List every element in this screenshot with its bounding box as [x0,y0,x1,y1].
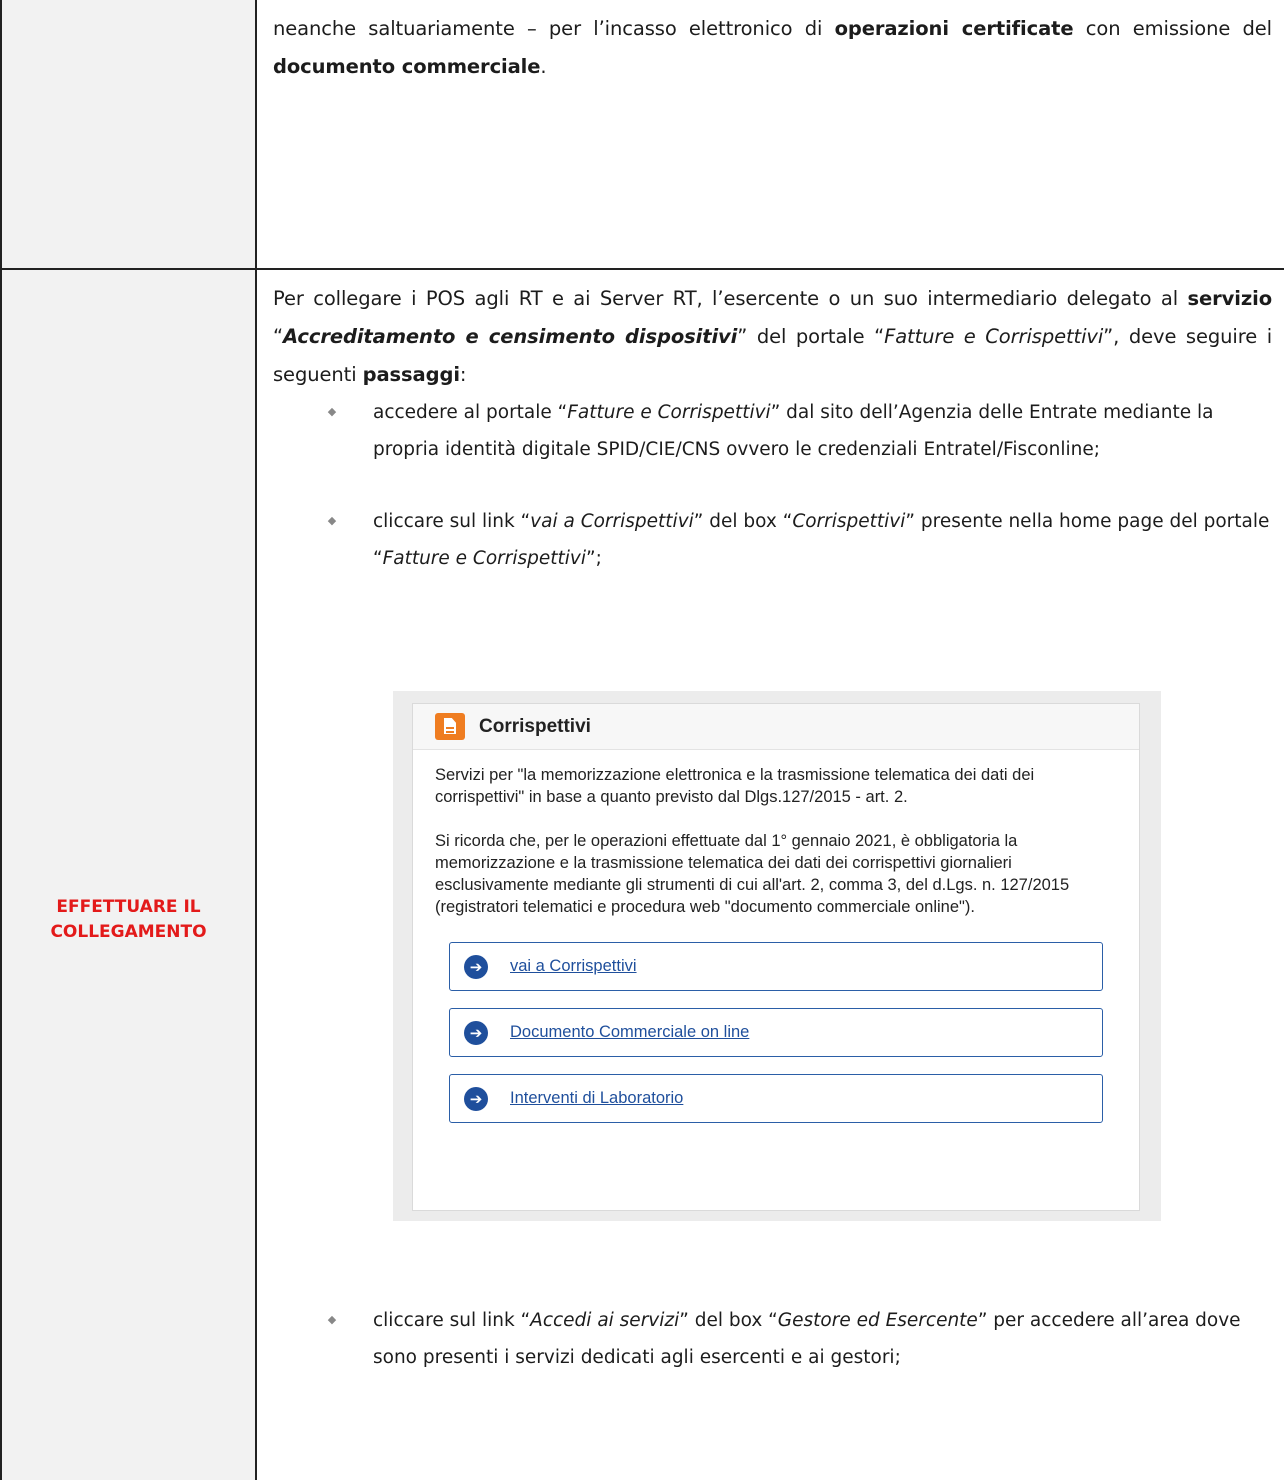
vai-a-corrispettivi-link[interactable]: ➔ vai a Corrispettivi [449,942,1103,991]
bold-term: operazioni certificate [834,17,1074,40]
list-item: ◆ cliccare sul link “Accedi ai servizi” … [325,1302,1284,1376]
content-cell: Per collegare i POS agli RT e ai Server … [255,268,1284,1480]
link-label[interactable]: Documento Commerciale on line [510,1023,749,1042]
list-spacer [325,468,1284,503]
link-label[interactable]: vai a Corrispettivi [510,957,637,976]
box-title: Corrispettivi [479,715,591,737]
section-label: EFFETTUARE IL COLLEGAMENTO [50,897,207,942]
diamond-bullet-icon: ◆ [327,514,337,527]
table-row: neanche saltuariamente – per l’incasso e… [0,0,1284,270]
bold-term: documento commerciale [273,55,541,78]
arrow-circle-right-icon: ➔ [464,1086,488,1111]
list-item: ◆ accedere al portale “Fatture e Corrisp… [325,394,1284,468]
corrispettivi-box: Corrispettivi Servizi per "la memorizzaz… [412,703,1140,1211]
box-links: ➔ vai a Corrispettivi ➔ Documento Commer… [413,940,1139,1123]
list-item: ◆ cliccare sul link “vai a Corrispettivi… [325,503,1284,577]
diamond-bullet-icon: ◆ [327,405,337,418]
content-cell-continuation: neanche saltuariamente – per l’incasso e… [255,0,1284,270]
box-notice: Si ricorda che, per le operazioni effett… [435,832,1070,916]
label-cell: EFFETTUARE IL COLLEGAMENTO [0,268,257,1480]
label-cell-empty [0,0,257,270]
link-label[interactable]: Interventi di Laboratorio [510,1089,683,1108]
portal-screenshot: Corrispettivi Servizi per "la memorizzaz… [393,691,1161,1221]
box-body: Servizi per "la memorizzazione elettroni… [413,750,1139,918]
interventi-laboratorio-link[interactable]: ➔ Interventi di Laboratorio [449,1074,1103,1123]
document-icon [435,713,465,740]
box-header: Corrispettivi [413,704,1139,750]
table-row: EFFETTUARE IL COLLEGAMENTO Per collegare… [0,268,1284,1480]
documento-commerciale-link[interactable]: ➔ Documento Commerciale on line [449,1008,1103,1057]
continuation-paragraph: neanche saltuariamente – per l’incasso e… [273,17,1272,78]
arrow-circle-right-icon: ➔ [464,1020,488,1045]
steps-list-continued: ◆ cliccare sul link “Accedi ai servizi” … [257,1302,1284,1376]
steps-list: ◆ accedere al portale “Fatture e Corrisp… [257,394,1284,577]
document-table: neanche saltuariamente – per l’incasso e… [0,0,1284,1480]
diamond-bullet-icon: ◆ [327,1313,337,1326]
steps-list-2: ◆ cliccare sul link “Accedi ai servizi” … [257,1302,1284,1376]
intro-paragraph: Per collegare i POS agli RT e ai Server … [273,287,1273,386]
box-description: Servizi per "la memorizzazione elettroni… [435,766,1035,806]
arrow-circle-right-icon: ➔ [464,954,488,979]
